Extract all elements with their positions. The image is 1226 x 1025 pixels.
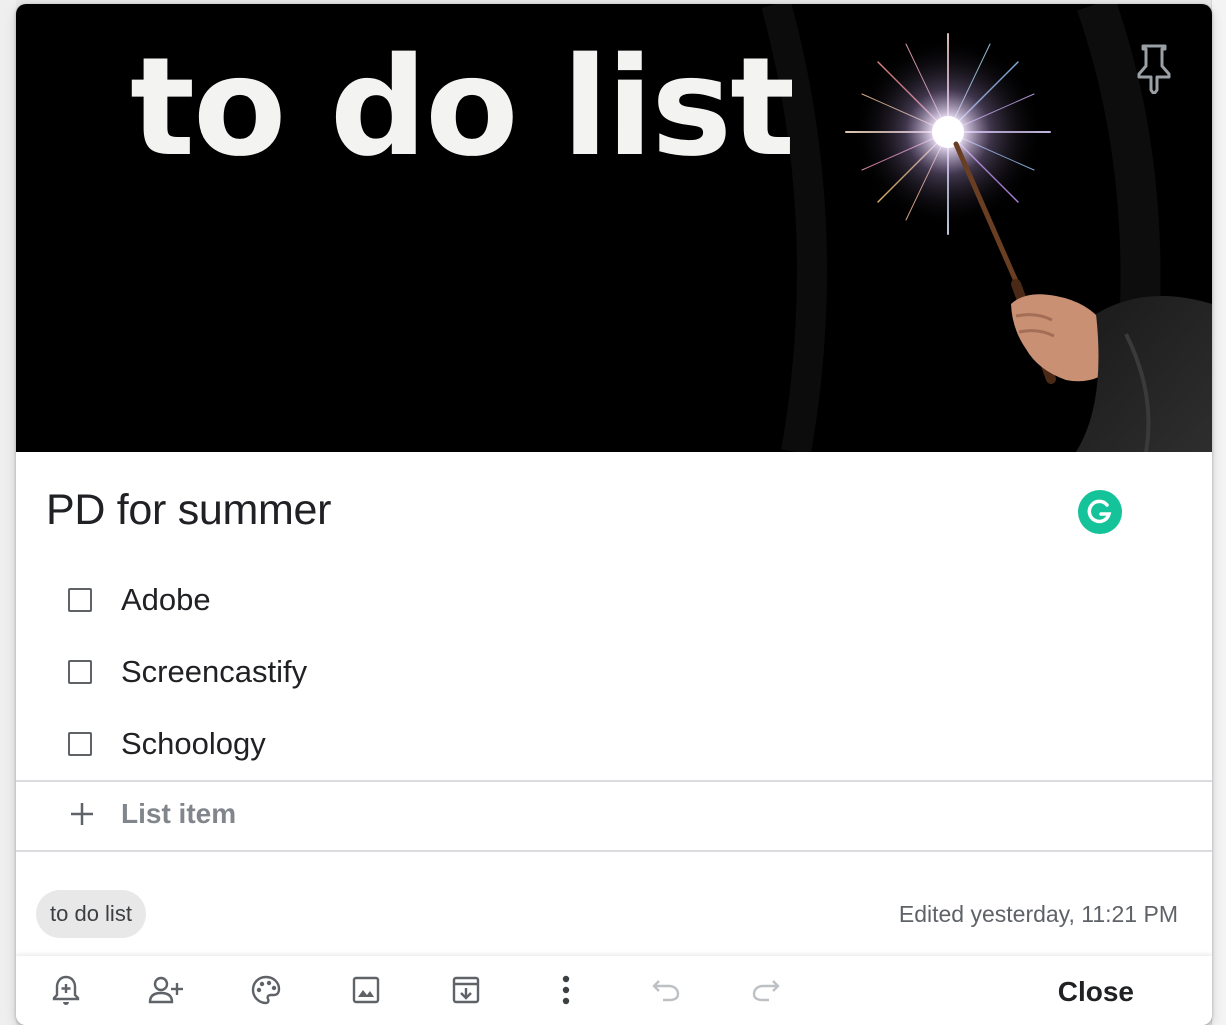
close-button[interactable]: Close bbox=[1058, 976, 1134, 1008]
grammarly-icon[interactable] bbox=[1078, 490, 1122, 534]
plus-icon bbox=[68, 800, 96, 828]
add-item-placeholder[interactable]: List item bbox=[121, 798, 236, 830]
note-header-image: to do list bbox=[16, 4, 1212, 452]
checkbox[interactable] bbox=[68, 660, 92, 684]
remind-me-icon[interactable] bbox=[46, 970, 86, 1010]
list-item[interactable]: Schoology bbox=[16, 714, 1212, 774]
archive-icon[interactable] bbox=[446, 970, 486, 1010]
list-item[interactable]: Adobe bbox=[16, 570, 1212, 630]
background-page-left bbox=[0, 0, 16, 1025]
edited-timestamp: Edited yesterday, 11:21 PM bbox=[898, 901, 1178, 927]
add-list-item[interactable]: List item bbox=[16, 782, 1212, 850]
note-title[interactable]: PD for summer bbox=[46, 486, 332, 535]
palette-icon[interactable] bbox=[246, 970, 286, 1010]
divider bbox=[16, 850, 1212, 852]
redo-icon[interactable] bbox=[746, 970, 786, 1010]
checkbox[interactable] bbox=[68, 732, 92, 756]
list-item-text[interactable]: Adobe bbox=[121, 582, 211, 618]
note-toolbar: Close bbox=[16, 956, 1212, 1025]
list-item[interactable]: Screencastify bbox=[16, 642, 1212, 702]
list-item-text[interactable]: Screencastify bbox=[121, 654, 307, 690]
label-chip[interactable]: to do list bbox=[36, 890, 146, 938]
undo-icon[interactable] bbox=[646, 970, 686, 1010]
list-item-text[interactable]: Schoology bbox=[121, 726, 266, 762]
background-page-right bbox=[1211, 0, 1226, 1025]
banner-heading: to do list bbox=[130, 29, 795, 187]
more-icon[interactable] bbox=[546, 970, 586, 1010]
pin-icon[interactable] bbox=[1132, 38, 1176, 94]
note-dialog: to do list PD for summer Adobe Screencas… bbox=[16, 4, 1212, 1025]
collaborator-icon[interactable] bbox=[146, 970, 186, 1010]
checkbox[interactable] bbox=[68, 588, 92, 612]
image-icon[interactable] bbox=[346, 970, 386, 1010]
